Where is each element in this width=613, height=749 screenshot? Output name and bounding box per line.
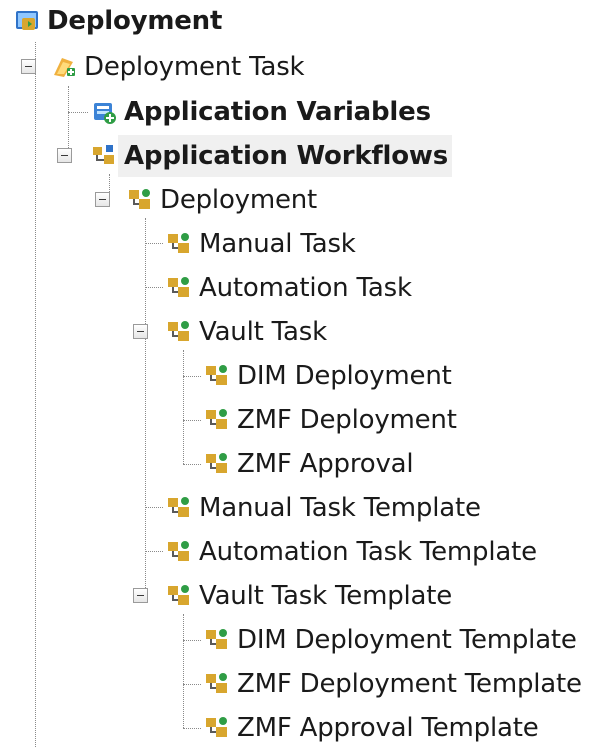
workflow-icon [206, 629, 227, 649]
tree-node-label: Application Workflows [118, 135, 452, 177]
workflow-icon [206, 673, 227, 693]
tree-node-label: Deployment [47, 6, 223, 36]
tree-node-dim-deployment[interactable]: DIM Deployment [203, 355, 456, 397]
tree-node-zmf-deployment-template[interactable]: ZMF Deployment Template [203, 663, 586, 705]
tree-node-manual-task-template[interactable]: Manual Task Template [165, 487, 485, 529]
tree-connector-line-deployment [145, 218, 146, 596]
tree-node-automation-task-template[interactable]: Automation Task Template [165, 531, 541, 573]
tree-node-label: ZMF Deployment Template [237, 669, 582, 699]
tree-node-label: Vault Task Template [199, 581, 453, 611]
workflow-icon [206, 365, 227, 385]
deployment-tree: Deployment Deployment Task Application V… [0, 0, 613, 747]
vault-task-template-collapse-toggle[interactable] [133, 588, 148, 603]
tree-node-label: Deployment Task [84, 52, 305, 82]
tree-connector-line-automation-task [145, 287, 163, 288]
tree-node-label: Manual Task [199, 229, 356, 259]
tree-node-application-variables[interactable]: Application Variables [90, 91, 435, 133]
workflow-icon [168, 585, 189, 605]
workflow-icon [129, 189, 150, 209]
tree-node-label: Manual Task Template [199, 493, 481, 523]
tree-connector-line-application-variables [68, 112, 88, 113]
tree-node-label: Automation Task Template [199, 537, 537, 567]
tree-connector-line-zmf-approval-template [183, 728, 201, 729]
tree-connector-line-vault-task [183, 350, 184, 464]
tree-node-vault-task[interactable]: Vault Task [165, 311, 331, 353]
tree-node-label: DIM Deployment Template [237, 625, 577, 655]
workflow-icon [168, 321, 189, 341]
workflow-icon [206, 409, 227, 429]
tree-connector-line-zmf-deployment [183, 420, 201, 421]
tree-node-zmf-approval[interactable]: ZMF Approval [203, 443, 417, 485]
tree-node-application-workflows[interactable]: Application Workflows [90, 135, 452, 177]
application-workflows-collapse-toggle[interactable] [57, 148, 72, 163]
workflow-icon [168, 233, 189, 253]
tree-node-label: Automation Task [199, 273, 412, 303]
deployment-task-collapse-toggle[interactable] [21, 59, 36, 74]
application-workflows-icon [93, 145, 114, 164]
workflow-icon [206, 453, 227, 473]
vault-task-collapse-toggle[interactable] [133, 324, 148, 339]
tree-connector-line-manual-task-template [145, 507, 163, 508]
workflow-icon [168, 497, 189, 517]
tree-connector-line-root [35, 42, 36, 747]
workflow-icon [168, 277, 189, 297]
tree-node-manual-task[interactable]: Manual Task [165, 223, 360, 265]
application-variables-icon [94, 103, 116, 124]
tree-connector-line-zmf-approval [183, 464, 201, 465]
deployment-root-icon [16, 11, 38, 30]
workflow-icon [168, 541, 189, 561]
tree-connector-line-automation-task-template [145, 551, 163, 552]
tree-node-label: ZMF Approval Template [237, 713, 539, 743]
workflow-deployment-collapse-toggle[interactable] [95, 192, 110, 207]
tree-node-label: ZMF Deployment [237, 405, 457, 435]
tree-node-label: Vault Task [199, 317, 327, 347]
tree-node-zmf-approval-template[interactable]: ZMF Approval Template [203, 707, 543, 749]
tree-node-zmf-deployment[interactable]: ZMF Deployment [203, 399, 461, 441]
tree-connector-line-task [68, 86, 69, 156]
tree-node-automation-task[interactable]: Automation Task [165, 267, 416, 309]
tree-node-workflow-deployment[interactable]: Deployment [126, 179, 321, 221]
tree-connector-line-dim-deployment [183, 376, 201, 377]
tree-node-deployment-root[interactable]: Deployment [13, 0, 226, 42]
tree-node-label: Application Variables [124, 97, 431, 127]
tree-node-vault-task-template[interactable]: Vault Task Template [165, 575, 456, 617]
tree-node-dim-deployment-template[interactable]: DIM Deployment Template [203, 619, 581, 661]
tree-connector-line-dim-deployment-template [183, 640, 201, 641]
deployment-task-icon [54, 58, 75, 77]
tree-node-label: ZMF Approval [237, 449, 414, 479]
tree-connector-line-vault-task-template [183, 614, 184, 728]
tree-connector-line-zmf-deployment-template [183, 684, 201, 685]
tree-node-label: DIM Deployment [237, 361, 452, 391]
workflow-icon [206, 717, 227, 737]
tree-connector-line-manual-task [145, 243, 163, 244]
tree-node-deployment-task[interactable]: Deployment Task [50, 46, 308, 88]
tree-node-label: Deployment [160, 185, 318, 215]
